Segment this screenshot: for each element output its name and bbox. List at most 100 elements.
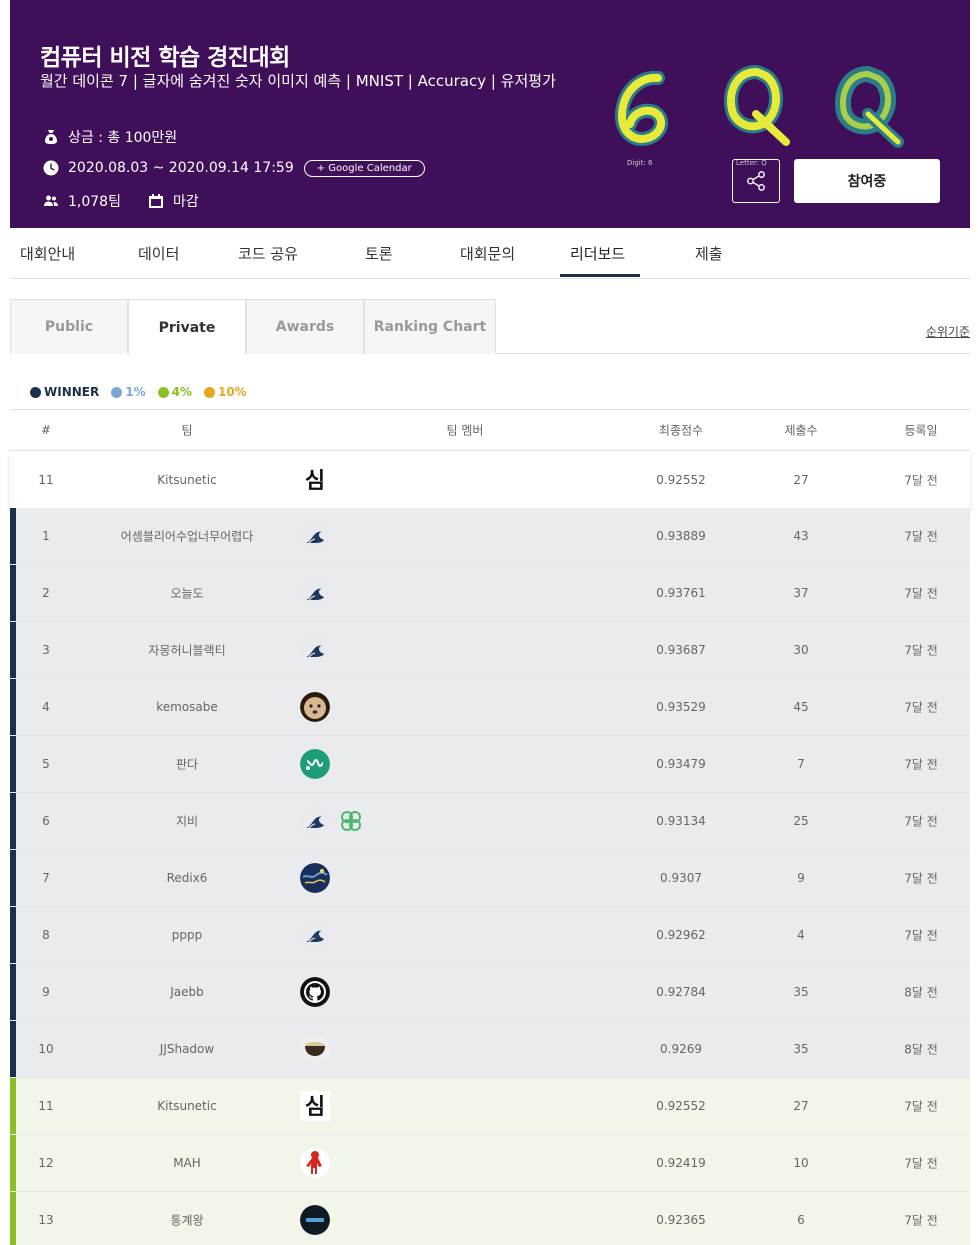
wave-icon[interactable] — [300, 806, 330, 836]
team-members — [300, 863, 336, 893]
subtab-ranking-chart[interactable]: Ranking Chart — [364, 299, 496, 354]
date-cell: 7달 전 — [904, 928, 938, 943]
team-name-cell[interactable]: 지비 — [176, 813, 198, 830]
my-team-row: 11 Kitsunetic 심 0.92552 27 7달 전 — [10, 451, 970, 508]
digit-caption: Digit: 6 — [627, 159, 653, 167]
night-sky-icon[interactable] — [300, 863, 330, 893]
nav-tab-inquiry[interactable]: 대회문의 — [460, 243, 515, 264]
bowl-icon[interactable] — [300, 1034, 330, 1064]
date-cell: 7달 전 — [904, 529, 938, 544]
sim-icon[interactable]: 심 — [300, 1091, 330, 1121]
rank-cell: 1 — [42, 529, 50, 543]
team-info: 1,078팀 마감 — [42, 191, 199, 211]
wave-icon[interactable] — [300, 920, 330, 950]
team-name-cell[interactable]: Kitsunetic — [157, 473, 216, 487]
table-row: 2 오늘도 0.93761 37 7달 전 — [10, 565, 970, 622]
tier-indicator-bar — [10, 964, 16, 1020]
team-members — [300, 1034, 336, 1064]
tier-legend: WINNER 1% 4% 10% — [30, 385, 259, 399]
rank-cell: 8 — [42, 928, 50, 942]
table-row: 8 pppp 0.92962 4 7달 전 — [10, 907, 970, 964]
tier-indicator-bar — [10, 1192, 16, 1245]
table-header: # 팀 팀 멤버 최종점수 제출수 등록일 — [10, 409, 970, 451]
competition-title: 컴퓨터 비전 학습 경진대회 — [40, 45, 290, 71]
dark-badge-icon[interactable] — [300, 1205, 330, 1235]
legend-dot-icon — [111, 386, 123, 398]
table-row: 4 kemosabe 0.93529 45 7달 전 — [10, 679, 970, 736]
ranking-criteria-link[interactable]: 순위기준 — [926, 323, 970, 340]
nav-tab-submit[interactable]: 제출 — [695, 243, 723, 264]
wave-icon[interactable] — [300, 578, 330, 608]
legend-dot-icon — [203, 386, 215, 398]
tier-indicator-bar — [10, 736, 16, 792]
nav-tab-overview[interactable]: 대회안내 — [20, 243, 75, 264]
google-calendar-button[interactable]: + Google Calendar — [303, 159, 425, 177]
team-members — [300, 749, 336, 779]
rank-cell: 9 — [42, 985, 50, 999]
table-row: 9 Jaebb 0.92784 35 8달 전 — [10, 964, 970, 1021]
header-date: 등록일 — [904, 423, 938, 438]
team-name-cell[interactable]: 자몽허니블랙티 — [148, 642, 225, 659]
wave-icon[interactable] — [300, 635, 330, 665]
team-name-cell[interactable]: 통계왕 — [170, 1212, 203, 1229]
nav-tab-leaderboard[interactable]: 리더보드 — [570, 243, 625, 264]
tier-indicator-bar — [10, 1021, 16, 1077]
team-members — [300, 521, 336, 551]
score-cell: 0.92784 — [656, 985, 706, 999]
team-name-cell[interactable]: 판다 — [176, 756, 198, 773]
clover-icon[interactable] — [336, 806, 366, 836]
subtab-awards[interactable]: Awards — [246, 299, 364, 354]
sim-icon[interactable]: 심 — [300, 464, 330, 495]
nav-tab-discussion[interactable]: 토론 — [365, 243, 393, 264]
team-members — [300, 806, 372, 836]
date-cell: 7달 전 — [904, 700, 938, 715]
team-name-cell[interactable]: JJShadow — [160, 1042, 214, 1056]
competition-nav: 대회안내 데이터 코드 공유 토론 대회문의 리더보드 제출 — [10, 228, 970, 279]
team-name-cell[interactable]: Kitsunetic — [157, 1099, 216, 1113]
team-name-cell[interactable]: Jaebb — [170, 985, 204, 999]
legend-dot-icon — [30, 386, 41, 398]
join-button[interactable]: 참여중 — [794, 159, 940, 203]
team-name-cell[interactable]: 오늘도 — [170, 585, 203, 602]
submission-count-cell: 35 — [793, 1042, 809, 1056]
subtab-public[interactable]: Public — [10, 299, 128, 354]
rank-cell: 7 — [42, 871, 50, 885]
team-name-cell[interactable]: MAH — [173, 1156, 201, 1170]
competition-banner: 컴퓨터 비전 학습 경진대회 월간 데이콘 7 | 글자에 숨겨진 숫자 이미지… — [10, 0, 970, 228]
calendar-icon — [147, 192, 165, 210]
score-cell: 0.93134 — [656, 814, 706, 828]
team-members — [300, 977, 336, 1007]
score-cell: 0.9269 — [660, 1042, 702, 1056]
table-row: 7 Redix6 0.9307 9 7달 전 — [10, 850, 970, 907]
green-logo-icon[interactable] — [300, 749, 330, 779]
dog-icon[interactable] — [300, 692, 330, 722]
tier-indicator-bar — [10, 565, 16, 621]
date-cell: 7달 전 — [904, 1213, 938, 1228]
subtab-private[interactable]: Private — [128, 299, 246, 355]
date-text: 2020.08.03 ~ 2020.09.14 17:59 — [68, 160, 294, 176]
score-cell: 0.9307 — [660, 871, 702, 885]
svg-text:심: 심 — [305, 1095, 325, 1120]
team-name-cell[interactable]: kemosabe — [156, 700, 218, 714]
nav-tab-data[interactable]: 데이터 — [138, 243, 179, 264]
score-cell: 0.92365 — [656, 1213, 706, 1227]
status-text: 마감 — [172, 194, 199, 210]
table-row: 13 통계왕 0.92365 6 7달 전 — [10, 1192, 970, 1245]
date-cell: 7달 전 — [904, 757, 938, 772]
date-cell: 7달 전 — [904, 586, 938, 601]
team-name-cell[interactable]: Redix6 — [167, 871, 208, 885]
team-name-cell[interactable]: pppp — [172, 928, 202, 942]
team-members — [300, 920, 336, 950]
rank-cell: 6 — [42, 814, 50, 828]
wave-icon[interactable] — [300, 521, 330, 551]
submission-count-cell: 45 — [793, 700, 809, 714]
share-button[interactable] — [732, 159, 780, 203]
github-icon[interactable] — [300, 977, 330, 1007]
table-row: 12 MAH 0.92419 10 7달 전 — [10, 1135, 970, 1192]
legend-label: 4% — [171, 385, 192, 399]
team-name-cell[interactable]: 어셈블리어수업너무어렵다 — [121, 528, 253, 545]
nav-tab-code-share[interactable]: 코드 공유 — [238, 243, 298, 264]
elmo-icon[interactable] — [300, 1148, 330, 1178]
header-score: 최종점수 — [658, 423, 704, 438]
date-cell: 7달 전 — [904, 1156, 938, 1171]
